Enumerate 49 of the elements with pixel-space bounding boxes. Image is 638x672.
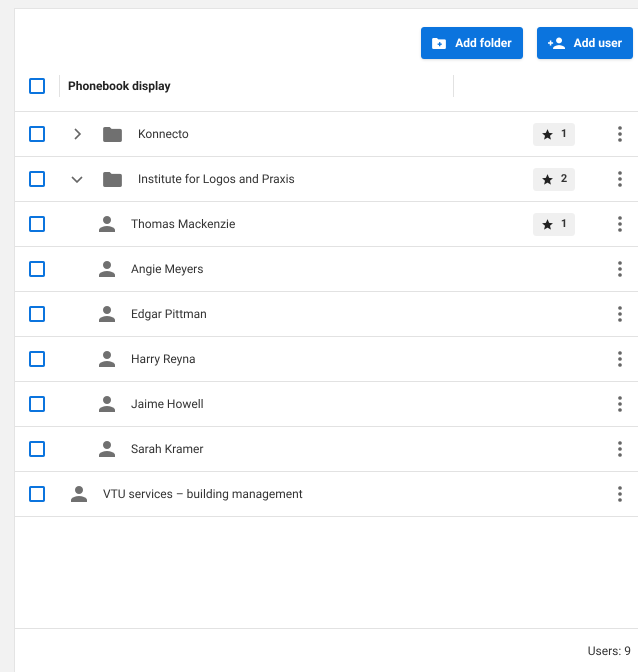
checkbox[interactable] xyxy=(29,351,45,367)
more-options-icon[interactable] xyxy=(618,306,622,322)
more-options-icon[interactable] xyxy=(618,441,622,457)
checkbox[interactable] xyxy=(29,126,45,142)
folder-icon xyxy=(103,172,122,186)
person-icon xyxy=(99,306,115,322)
user-count: Users: 9 xyxy=(588,642,631,660)
checkbox[interactable] xyxy=(29,216,45,232)
contact-name: Sarah Kramer xyxy=(131,441,204,458)
more-options-icon[interactable] xyxy=(618,126,622,142)
more-options-icon[interactable] xyxy=(618,171,622,187)
column-header: Phonebook display xyxy=(68,78,171,94)
folder-plus-icon xyxy=(432,38,446,48)
contact-name: Thomas Mackenzie xyxy=(131,216,236,233)
more-options-icon[interactable] xyxy=(618,261,622,277)
contact-name: Angie Meyers xyxy=(131,261,204,278)
star-icon xyxy=(540,172,554,186)
person-icon xyxy=(99,261,115,277)
person-icon xyxy=(71,486,87,502)
checkbox[interactable] xyxy=(29,78,45,94)
checkbox[interactable] xyxy=(29,171,45,187)
more-options-icon[interactable] xyxy=(618,486,622,502)
folder-name: Konnecto xyxy=(138,126,189,143)
person-icon xyxy=(99,351,115,367)
contact-name: Harry Reyna xyxy=(131,351,196,368)
folder-icon xyxy=(103,126,122,142)
checkbox[interactable] xyxy=(29,261,45,277)
checkbox[interactable] xyxy=(29,306,45,322)
checkbox[interactable] xyxy=(29,486,45,502)
star-icon xyxy=(540,128,554,140)
add-user-button[interactable]: Add user xyxy=(536,27,633,59)
folder-name: Institute for Logos and Praxis xyxy=(138,171,295,188)
more-options-icon[interactable] xyxy=(618,351,622,367)
add-folder-button[interactable]: Add folder xyxy=(421,27,523,59)
star-icon xyxy=(540,218,554,230)
favorites-count: 1 xyxy=(560,126,568,142)
person-icon xyxy=(99,441,115,457)
more-options-icon[interactable] xyxy=(618,396,622,412)
contact-name: VTU services – building management xyxy=(103,486,303,503)
person-plus-icon xyxy=(548,37,565,49)
favorites-count: 2 xyxy=(560,170,568,187)
favorites-count: 1 xyxy=(560,216,568,232)
person-icon xyxy=(99,216,115,232)
more-options-icon[interactable] xyxy=(618,216,622,232)
person-icon xyxy=(99,396,115,412)
checkbox[interactable] xyxy=(29,441,45,457)
contact-name: Edgar Pittman xyxy=(131,306,207,323)
contact-name: Jaime Howell xyxy=(131,396,204,413)
checkbox[interactable] xyxy=(29,396,45,412)
